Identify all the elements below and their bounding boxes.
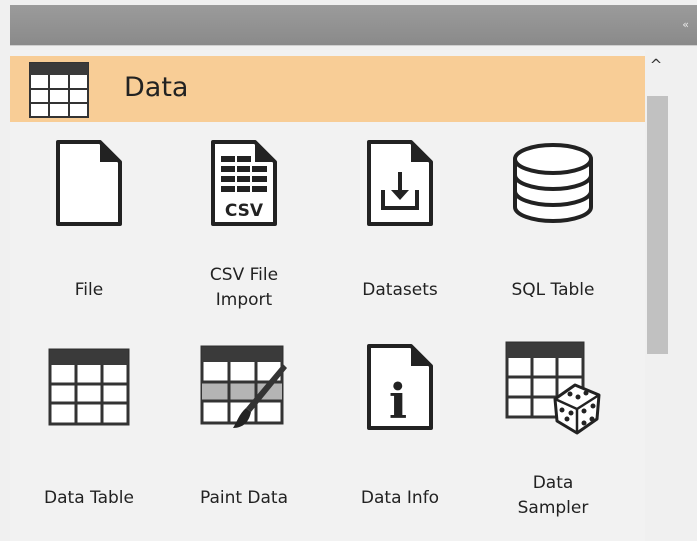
widget-datasets[interactable]: Datasets	[325, 138, 475, 308]
widget-label: Paint Data	[199, 488, 289, 508]
widget-paint-data[interactable]: Paint Data	[169, 342, 319, 512]
widget-data-table[interactable]: Data Table	[14, 342, 164, 512]
category-title: Data	[124, 72, 189, 103]
widget-csv-file-import[interactable]: CSV CSV File Import	[169, 138, 319, 310]
widget-data-sampler[interactable]: Data Sampler	[478, 341, 628, 518]
widget-label: CSV File Import	[209, 265, 279, 310]
widget-label: Data Table	[44, 488, 134, 508]
scroll-up-button[interactable]: ^	[645, 56, 667, 86]
vertical-scrollbar[interactable]: ^	[645, 56, 668, 541]
paint-data-icon	[169, 342, 319, 432]
widget-label: File	[74, 280, 104, 300]
csv-file-icon: CSV	[169, 138, 319, 228]
widget-label: Datasets	[362, 280, 438, 300]
widget-label: Data Info	[360, 488, 440, 508]
database-icon	[478, 138, 628, 228]
widget-sql-table[interactable]: SQL Table	[478, 138, 628, 308]
info-icon-text: i	[389, 374, 407, 430]
widget-label: Data Sampler	[517, 473, 589, 518]
scroll-thumb[interactable]	[647, 96, 668, 354]
table-icon	[28, 61, 90, 123]
widget-file[interactable]: File	[14, 138, 164, 308]
panel-titlebar: «	[10, 5, 697, 46]
data-table-icon	[14, 342, 164, 432]
file-icon	[14, 138, 164, 228]
collapse-button[interactable]: «	[682, 18, 689, 31]
category-header-data[interactable]: Data	[10, 56, 645, 122]
widget-data-info[interactable]: i Data Info	[325, 342, 475, 512]
datasets-download-icon	[325, 138, 475, 228]
widget-list: Data File CSV CSV File Import Datasets S…	[10, 50, 645, 541]
data-info-icon: i	[325, 342, 475, 432]
csv-icon-text: CSV	[225, 201, 264, 221]
data-sampler-icon	[478, 341, 628, 435]
widget-label: SQL Table	[511, 280, 595, 300]
widget-panel: « Data File CSV CSV File Import Datasets…	[0, 0, 697, 541]
